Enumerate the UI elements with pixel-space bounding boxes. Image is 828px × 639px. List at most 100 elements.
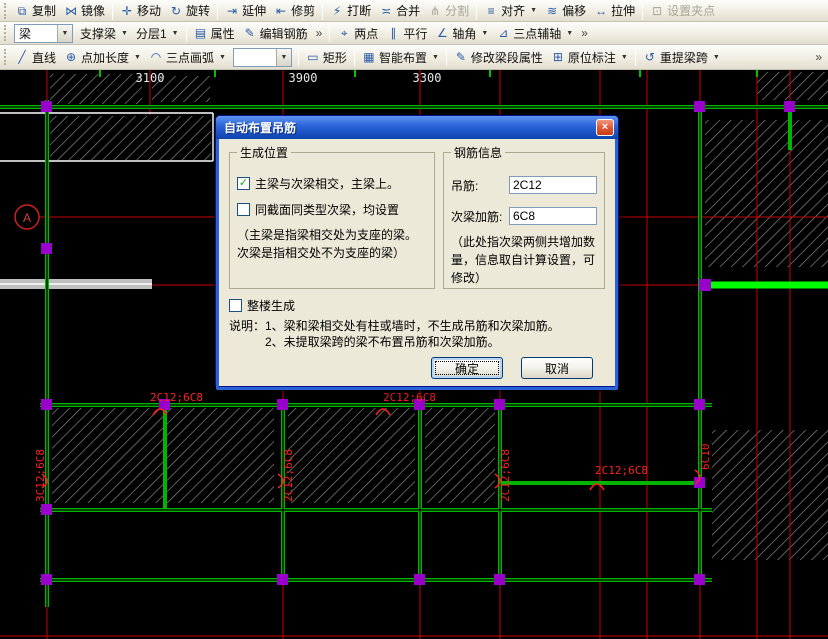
stretch-label: 拉伸 [611,4,636,18]
group-rebar-info-title: 钢筋信息 [454,146,503,160]
trim-button[interactable]: ⇤ 修剪 [270,0,319,21]
rectangle-button[interactable]: ▭ 矩形 [302,47,351,68]
element-type-combobox[interactable]: 梁 ▼ [14,23,73,43]
toolbar-overflow-button[interactable]: » [811,50,826,64]
beam-label: 2C12;6C8 [383,391,436,404]
checkbox-whole-building[interactable]: 整楼生成 [229,297,605,314]
dialog-auto-arrange-hanging-rebar: 自动布置吊筋 × 生成位置 ✓ 主梁与次梁相交，主梁上。 同截面同类型次梁，均设… [215,115,619,390]
secondary-rebar-field-row: 次梁加筋: [451,207,597,225]
separator [445,48,447,66]
separator [642,1,644,20]
gray-beam [0,279,152,289]
group-rebar-info: 钢筋信息 吊筋: 次梁加筋: （此处指次梁两侧共增加数量，信息取自计算设置，可修… [443,144,605,289]
insitu-annotation-button[interactable]: ⊞ 原位标注 ▼ [547,47,632,68]
properties-button[interactable]: ▤ 属性 [190,23,239,44]
secondary-rebar-input[interactable] [509,207,597,225]
three-point-aux-icon: ⊿ [498,26,509,40]
checkbox-box-checked[interactable]: ✓ [237,177,250,190]
separator [476,1,478,20]
line-button[interactable]: ╱ 直线 [11,47,60,68]
three-point-arc-icon: ◠ [150,50,162,64]
toolbar-drag-handle[interactable] [4,2,7,19]
chevron-down-icon: ▼ [218,53,226,61]
support-beam-button[interactable]: 支撑梁 ▼ [76,23,132,44]
three-point-arc-label: 三点画弧 [165,50,214,65]
separator [112,1,114,20]
instructions-line-2: 2、未提取梁跨的梁不布置吊筋和次梁加筋。 [265,335,500,349]
axis-angle-button[interactable]: ∠ 轴角 ▼ [431,23,492,44]
break-button[interactable]: ⚡ 打断 [326,0,375,21]
mirror-button[interactable]: ⋈ 镜像 [60,0,109,21]
chevron-down-icon: ▼ [566,29,574,37]
checkbox-box-unchecked[interactable] [237,203,250,216]
point-plus-length-button[interactable]: ⊕ 点加长度 ▼ [60,47,145,68]
edit-rebar-button[interactable]: ✎ 编辑钢筋 [239,23,312,44]
beam-label: 6C10 [699,444,712,471]
ok-button[interactable]: 确定 [431,357,503,379]
combo-dropdown-button[interactable]: ▼ [275,48,291,66]
dimension-label: 3100 [136,71,165,85]
extend-label: 延伸 [242,4,267,18]
two-point-axis-button[interactable]: ⌖ 两点 [333,23,382,44]
group-generation-position-title: 生成位置 [240,146,289,160]
toolbar-overflow-button[interactable]: » [577,26,592,40]
three-point-aux-axis-button[interactable]: ⊿ 三点辅轴 ▼ [492,23,577,44]
edit-rebar-icon: ✎ [244,26,255,40]
cancel-button[interactable]: 取消 [521,357,593,379]
move-label: 移动 [137,4,162,18]
draw-option-combobox[interactable]: ▼ [232,47,292,67]
break-icon: ⚡ [332,3,342,18]
toolbar-drag-handle[interactable] [4,49,7,65]
toolbar-draw: ╱ 直线 ⊕ 点加长度 ▼ ◠ 三点画弧 ▼ ▼ ▭ 矩形 ▦ 智能布置 ▼ ✎ 修改梁段属性 ⊞… [0,45,828,70]
toolbar-overflow-button[interactable]: » [312,26,327,40]
point-plus-length-icon: ⊕ [65,50,77,64]
parallel-axis-button[interactable]: ∥ 平行 [382,23,431,44]
axis-bubble: A [14,204,40,230]
generation-position-note: （主梁是指梁相交处为支座的梁。 次梁是指相交处不为支座的梁） [237,228,418,260]
copy-button[interactable]: ⧉ 复制 [11,0,60,21]
axis-angle-icon: ∠ [436,26,448,40]
move-button[interactable]: ✛ 移动 [116,0,165,21]
checkbox-same-section-type[interactable]: 同截面同类型次梁，均设置 [237,201,427,218]
separator [185,24,187,42]
rectangle-label: 矩形 [322,50,347,65]
dialog-titlebar[interactable]: 自动布置吊筋 × [216,116,618,139]
beam-label: 2C12;6C8 [499,449,512,502]
modify-beam-segment-icon: ✎ [455,50,466,64]
line-label: 直线 [32,50,57,65]
merge-icon: ≍ [381,3,392,18]
chevron-down-icon: ▼ [280,53,288,61]
smart-layout-label: 智能布置 [378,50,427,65]
layer-button[interactable]: 分层1 ▼ [132,23,183,44]
separator [353,48,355,66]
offset-button[interactable]: ≋ 偏移 [541,0,590,21]
chevron-down-icon: ▼ [620,53,628,61]
toolbar-edit: ⧉ 复制 ⋈ 镜像 ✛ 移动 ↻ 旋转 ⇥ 延伸 ⇤ 修剪 ⚡ 打断 ≍ 合并 ⋔ 分割 ≡ 对齐 ▼… [0,0,828,22]
stretch-icon: ↔ [595,3,608,18]
edit-rebar-label: 编辑钢筋 [259,26,308,41]
toolbar-drag-handle[interactable] [4,25,7,41]
merge-button[interactable]: ≍ 合并 [375,0,424,21]
rotate-button[interactable]: ↻ 旋转 [165,0,214,21]
checkbox-box-unchecked[interactable] [229,299,242,312]
modify-beam-segment-props-button[interactable]: ✎ 修改梁段属性 [450,47,547,68]
combo-dropdown-button[interactable]: ▼ [57,24,72,42]
extend-button[interactable]: ⇥ 延伸 [221,0,270,21]
smart-layout-button[interactable]: ▦ 智能布置 ▼ [358,47,443,68]
checkbox-main-beam-intersect[interactable]: ✓ 主梁与次梁相交，主梁上。 [237,175,427,192]
dimension-label: 3300 [413,71,442,85]
insitu-annotation-icon: ⊞ [552,50,563,64]
smart-layout-icon: ▦ [363,50,375,64]
modify-beam-segment-label: 修改梁段属性 [470,50,543,65]
three-point-aux-label: 三点辅轴 [513,26,562,41]
re-extract-beam-span-button[interactable]: ↺ 重提梁跨 ▼ [639,47,724,68]
dimension-label: 3900 [289,71,318,85]
align-button[interactable]: ≡ 对齐 ▼ [480,0,541,21]
dialog-instructions: 说明：1、梁和梁相交处有柱或墙时，不生成吊筋和次梁加筋。 2、未提取梁跨的梁不布… [229,318,605,350]
stretch-button[interactable]: ↔ 拉伸 [590,0,639,21]
mirror-label: 镜像 [81,4,106,18]
rotate-icon: ↻ [171,3,182,18]
close-button[interactable]: × [596,119,614,136]
three-point-arc-button[interactable]: ◠ 三点画弧 ▼ [145,47,230,68]
hanging-rebar-input[interactable] [509,176,597,194]
